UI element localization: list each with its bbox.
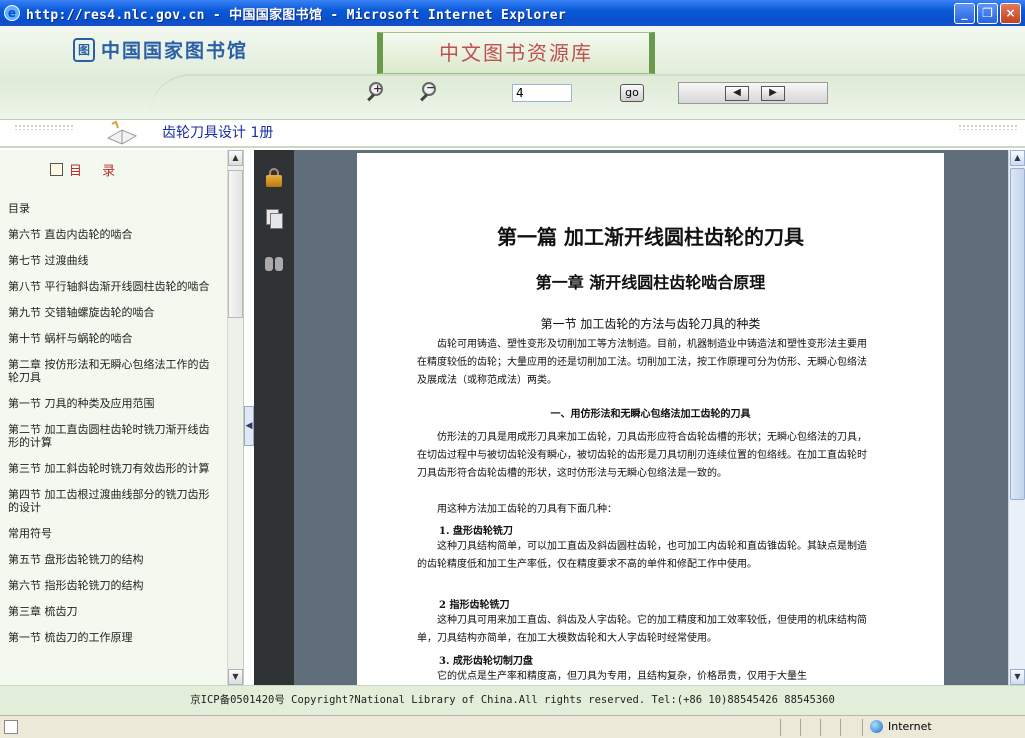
toc-scrollbar[interactable]: ▲ ▼ (227, 150, 243, 685)
globe-icon (870, 720, 883, 733)
paragraph: 仿形法的刀具是用成形刀具来加工齿轮，刀具齿形应符合齿轮齿槽的形状；无瞬心包络法的… (417, 432, 867, 479)
list-heading: 3. 成形齿轮切制刀盘 (439, 656, 533, 667)
zone-label: Internet (888, 720, 932, 733)
document-page: 第一篇 加工渐开线圆柱齿轮的刀具 第一章 渐开线圆柱齿轮啮合原理 第一节 加工齿… (357, 153, 944, 685)
restore-button[interactable]: ❐ (977, 3, 998, 24)
go-button[interactable]: go (620, 84, 644, 102)
toc-item[interactable]: 第三节 加工斜齿轮时铣刀有效齿形的计算 (8, 462, 218, 475)
nlc-logo[interactable]: 图 中国国家图书馆 (73, 36, 248, 63)
library-seal-icon: 图 (73, 37, 95, 62)
next-page-button[interactable]: ▶ (761, 86, 785, 101)
paragraph: 它的优点是生产率和精度高，但刀具为专用，且结构复杂，价格昂贵，仅用于大量生 (437, 671, 807, 682)
title-bar: e http://res4.nlc.gov.cn - 中国国家图书馆 - Mic… (0, 0, 1025, 26)
decor-dots (958, 124, 1018, 130)
zoom-in-icon[interactable]: + (367, 82, 389, 104)
toc-item[interactable]: 第九节 交错轴螺旋齿轮的啮合 (8, 306, 218, 319)
ie-icon: e (4, 5, 20, 21)
page-done-icon (4, 720, 18, 734)
page-scrollbar[interactable]: ▲ ▼ (1008, 150, 1025, 685)
page-nav-bar: ◀ ▶ (678, 82, 828, 104)
toc-item[interactable]: 第二节 加工直齿圆柱齿轮时铣刀渐开线齿形的计算 (8, 423, 218, 449)
paragraph: 这种刀具可用来加工直齿、斜齿及人字齿轮。它的加工精度和加工效率较低，但使用的机床… (417, 615, 867, 644)
subheading: 一、用仿形法和无瞬心包络法加工齿轮的刀具 (550, 409, 751, 420)
window-title: http://res4.nlc.gov.cn - 中国国家图书馆 - Micro… (26, 7, 567, 23)
toc-item[interactable]: 常用符号 (8, 527, 218, 540)
security-zone: Internet (870, 720, 932, 733)
book-icon (106, 120, 138, 145)
toc-heading: 目 录 (50, 160, 123, 179)
status-bar: Internet (0, 715, 1025, 738)
list-heading: 1. 盘形齿轮铣刀 (439, 526, 513, 537)
document-viewer: 第一篇 加工渐开线圆柱齿轮的刀具 第一章 渐开线圆柱齿轮啮合原理 第一节 加工齿… (254, 150, 1025, 685)
toc-item[interactable]: 目录 (8, 202, 218, 215)
status-divider (862, 719, 863, 736)
scroll-thumb[interactable] (1010, 168, 1025, 500)
status-divider (780, 719, 781, 736)
pages-icon[interactable] (263, 208, 285, 230)
toc-item[interactable]: 第六节 指形齿轮铣刀的结构 (8, 579, 218, 592)
notepad-icon (50, 163, 63, 176)
toc-item[interactable]: 第五节 盘形齿轮铣刀的结构 (8, 553, 218, 566)
status-divider (800, 719, 801, 736)
list-heading: 2 指形齿轮铣刀 (439, 600, 510, 611)
book-title: 齿轮刀具设计 1册 (162, 125, 274, 141)
collapse-sidebar-button[interactable]: ◀ (244, 406, 254, 446)
scroll-thumb[interactable] (228, 170, 243, 318)
resource-banner: 中文图书资源库 (377, 32, 655, 74)
close-button[interactable]: × (1000, 3, 1021, 24)
toc-item[interactable]: 第十节 蜗杆与蜗轮的啮合 (8, 332, 218, 345)
scroll-down-icon[interactable]: ▼ (228, 669, 243, 685)
logo-text: 中国国家图书馆 (101, 40, 249, 62)
zoom-out-icon[interactable]: − (420, 81, 442, 104)
site-header: 图 中国国家图书馆 中文图书资源库 + − go ◀ ▶ (0, 26, 1025, 120)
window-controls: _ ❐ × (954, 3, 1021, 24)
paragraph: 这种刀具结构简单，可以加工直齿及斜齿圆柱齿轮，也可加工内齿轮和直齿锥齿轮。其缺点… (417, 541, 867, 570)
toc-item[interactable]: 第四节 加工齿根过渡曲线部分的铣刀齿形的设计 (8, 488, 218, 514)
decor-dots (14, 124, 74, 130)
toc-item[interactable]: 第七节 过渡曲线 (8, 254, 218, 267)
chapter-title: 第一章 渐开线圆柱齿轮啮合原理 (535, 273, 766, 292)
page-number-input[interactable] (512, 84, 572, 102)
toc-sidebar: 目 录 目录 第六节 直齿内齿轮的啮合 第七节 过渡曲线 第八节 平行轴斜齿渐开… (0, 150, 244, 685)
viewer-toolbar (254, 150, 294, 685)
binoculars-icon[interactable] (263, 253, 285, 275)
toolbar-divider (150, 74, 1025, 114)
toc-item[interactable]: 第六节 直齿内齿轮的啮合 (8, 228, 218, 241)
book-bar (0, 120, 1025, 148)
toc-item[interactable]: 第一节 梳齿刀的工作原理 (8, 631, 218, 644)
toc-item[interactable]: 第二章 按仿形法和无瞬心包络法工作的齿轮刀具 (8, 358, 218, 384)
status-divider (820, 719, 821, 736)
minimize-button[interactable]: _ (954, 3, 975, 24)
scroll-up-icon[interactable]: ▲ (228, 150, 243, 166)
section-title: 第一节 加工齿轮的方法与齿轮刀具的种类 (540, 317, 761, 331)
lock-icon[interactable] (263, 166, 285, 188)
paragraph: 齿轮可用铸造、塑性变形及切削加工等方法制造。目前，机器制造业中铸造法和塑性变形法… (417, 339, 867, 386)
status-divider (840, 719, 841, 736)
site-footer: 京ICP备0501420号 Copyright?National Library… (0, 685, 1025, 715)
paragraph: 用这种方法加工齿轮的刀具有下面几种： (437, 504, 617, 515)
scroll-up-icon[interactable]: ▲ (1010, 150, 1025, 166)
prev-page-button[interactable]: ◀ (725, 86, 749, 101)
toc-heading-label: 目 录 (69, 164, 124, 179)
toc-item[interactable]: 第八节 平行轴斜齿渐开线圆柱齿轮的啮合 (8, 280, 218, 293)
scroll-down-icon[interactable]: ▼ (1010, 669, 1025, 685)
toc-item[interactable]: 第三章 梳齿刀 (8, 605, 218, 618)
toc-item[interactable]: 第一节 刀具的种类及应用范围 (8, 397, 218, 410)
toc-list: 目录 第六节 直齿内齿轮的啮合 第七节 过渡曲线 第八节 平行轴斜齿渐开线圆柱齿… (8, 202, 218, 657)
part-title: 第一篇 加工渐开线圆柱齿轮的刀具 (497, 225, 804, 249)
